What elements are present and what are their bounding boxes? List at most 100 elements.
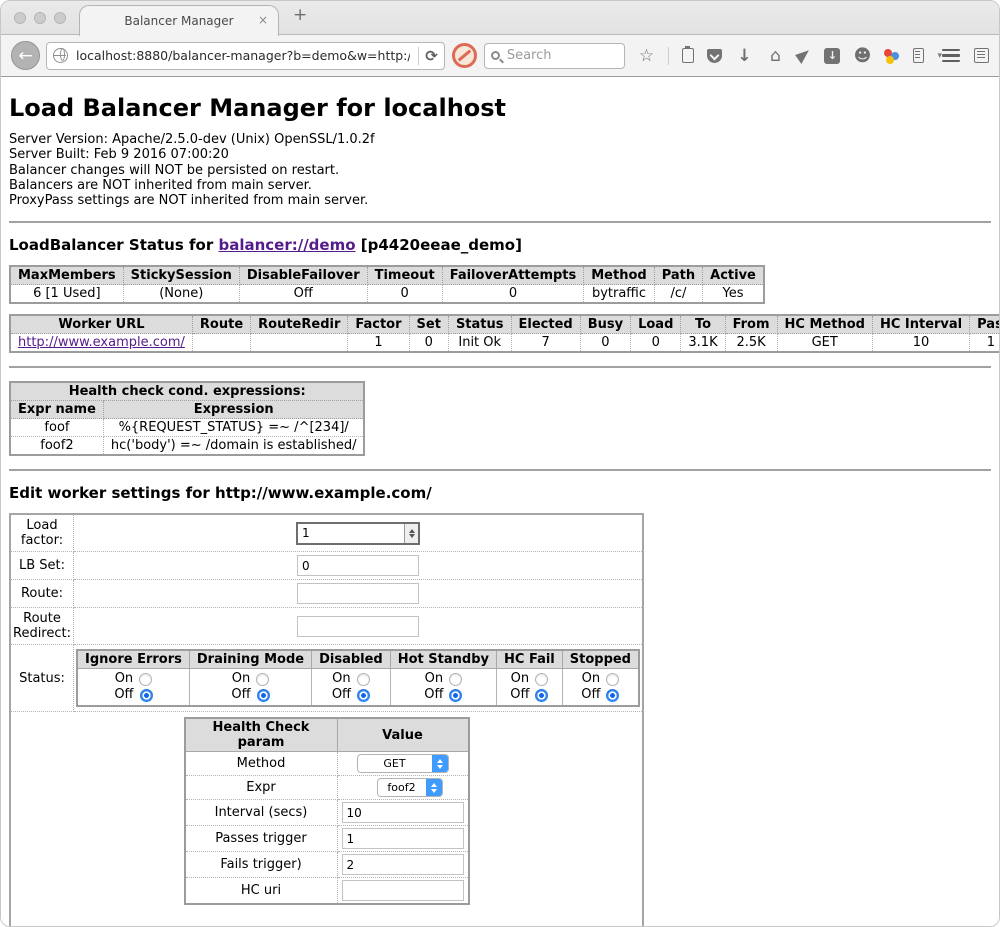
worker-url-link[interactable]: http://www.example.com/ bbox=[18, 335, 185, 350]
window-zoom-button[interactable] bbox=[54, 12, 66, 24]
method-select[interactable]: GET bbox=[357, 754, 449, 773]
cell-elected: 7 bbox=[511, 334, 580, 353]
reader-grid-icon[interactable] bbox=[974, 48, 989, 63]
hc-fail-on-radio[interactable] bbox=[535, 673, 548, 686]
on-label: On bbox=[232, 671, 250, 687]
column-header: Value bbox=[337, 718, 469, 752]
passes-trigger-label: Passes trigger bbox=[185, 826, 338, 852]
lb-set-label: LB Set: bbox=[10, 552, 74, 580]
hc-params-row: Health Check param Value Method GET Expr bbox=[10, 712, 643, 927]
pocket-icon[interactable] bbox=[707, 49, 722, 63]
url-input[interactable] bbox=[74, 47, 412, 64]
column-header: Health Check param bbox=[185, 718, 338, 752]
cell-expr-name: foof2 bbox=[10, 437, 103, 456]
back-button[interactable]: ← bbox=[11, 41, 40, 70]
ignore-errors-on-radio[interactable] bbox=[139, 673, 152, 686]
browser-window: Balancer Manager × + ← ⟳ ☆ ↓ ⌂ ↓ ☻ bbox=[0, 0, 1000, 927]
stopped-on-radio[interactable] bbox=[606, 673, 619, 686]
panel-list-icon[interactable] bbox=[913, 48, 924, 63]
cell-expression: hc('body') =~ /domain is established/ bbox=[103, 437, 364, 456]
interval-input[interactable] bbox=[342, 802, 464, 823]
form-row: Load factor: bbox=[10, 514, 643, 552]
new-tab-button[interactable]: + bbox=[293, 5, 307, 25]
load-factor-input[interactable] bbox=[298, 524, 404, 543]
expr-row: foof %{REQUEST_STATUS} =~ /^[234]/ bbox=[10, 419, 364, 437]
window-close-button[interactable] bbox=[14, 12, 26, 24]
balancer-summary-table: MaxMembers StickySession DisableFailover… bbox=[9, 265, 765, 304]
persist-note-line: Balancer changes will NOT be persisted o… bbox=[9, 163, 991, 178]
hc-uri-input[interactable] bbox=[342, 880, 464, 901]
on-label: On bbox=[511, 671, 529, 687]
cell-path: /c/ bbox=[654, 285, 702, 304]
bookmark-star-icon[interactable]: ☆ bbox=[637, 47, 655, 65]
disabled-on-radio[interactable] bbox=[357, 673, 370, 686]
health-check-param-table: Health Check param Value Method GET Expr bbox=[184, 717, 470, 905]
toolbar-divider bbox=[668, 47, 669, 65]
navigation-toolbar: ← ⟳ ☆ ↓ ⌂ ↓ ☻ ▾ bbox=[1, 35, 999, 77]
on-label: On bbox=[115, 671, 133, 687]
draining-mode-off-radio[interactable] bbox=[257, 689, 270, 702]
fails-trigger-input[interactable] bbox=[342, 854, 464, 875]
ignore-errors-off-radio[interactable] bbox=[140, 689, 153, 702]
status-row: Status: Ignore Errors Draining Mode Disa… bbox=[10, 645, 643, 712]
lb-set-input[interactable] bbox=[297, 555, 419, 576]
column-header: From bbox=[725, 315, 777, 334]
number-stepper[interactable] bbox=[404, 524, 418, 543]
off-label: Off bbox=[231, 687, 250, 703]
window-minimize-button[interactable] bbox=[34, 12, 46, 24]
route-redirect-input[interactable] bbox=[297, 616, 419, 637]
search-bar[interactable] bbox=[484, 43, 626, 69]
menu-hamburger-icon[interactable] bbox=[942, 49, 960, 63]
form-row: Route Redirect: bbox=[10, 608, 643, 645]
inherit-note-line: Balancers are NOT inherited from main se… bbox=[9, 178, 991, 193]
chat-smiley-icon[interactable]: ☻ bbox=[853, 47, 871, 65]
hot-standby-off-radio[interactable] bbox=[449, 689, 462, 702]
home-icon[interactable]: ⌂ bbox=[766, 47, 784, 65]
search-icon bbox=[491, 51, 500, 60]
column-header: HC Interval bbox=[872, 315, 969, 334]
off-label: Off bbox=[424, 687, 443, 703]
save-page-icon[interactable]: ↓ bbox=[824, 48, 840, 64]
stopped-off-radio[interactable] bbox=[606, 689, 619, 702]
send-tab-icon[interactable] bbox=[796, 47, 814, 64]
off-label: Off bbox=[510, 687, 529, 703]
column-header: Ignore Errors bbox=[77, 650, 189, 669]
cell-status: Init Ok bbox=[448, 334, 511, 353]
load-factor-field-wrap bbox=[296, 522, 420, 545]
column-header: MaxMembers bbox=[10, 266, 123, 285]
draining-mode-on-radio[interactable] bbox=[256, 673, 269, 686]
reload-icon[interactable]: ⟳ bbox=[425, 47, 438, 65]
edit-worker-heading: Edit worker settings for http://www.exam… bbox=[9, 484, 991, 502]
search-input[interactable] bbox=[505, 47, 604, 64]
adblocker-icon[interactable] bbox=[452, 43, 477, 68]
expr-select[interactable]: foof2 bbox=[377, 778, 443, 797]
hc-fail-off-radio[interactable] bbox=[535, 689, 548, 702]
toolbar-end-icons bbox=[942, 48, 989, 63]
column-header: Load bbox=[631, 315, 681, 334]
column-header: RouteRedir bbox=[251, 315, 348, 334]
hc-expressions-title: Health check cond. expressions: bbox=[10, 382, 364, 401]
select-stepper-icon bbox=[432, 754, 448, 773]
downloads-icon[interactable]: ↓ bbox=[735, 47, 753, 65]
cell-method: bytraffic bbox=[584, 285, 654, 304]
server-version-line: Server Version: Apache/2.5.0-dev (Unix) … bbox=[9, 132, 991, 147]
balancer-demo-link[interactable]: balancer://demo bbox=[218, 236, 355, 254]
passes-trigger-input[interactable] bbox=[342, 828, 464, 849]
disabled-off-radio[interactable] bbox=[357, 689, 370, 702]
hello-colors-icon[interactable] bbox=[884, 48, 900, 64]
route-label: Route: bbox=[10, 580, 74, 608]
reading-list-icon[interactable] bbox=[682, 48, 694, 63]
cell-maxmembers: 6 [1 Used] bbox=[10, 285, 123, 304]
url-bar[interactable]: ⟳ bbox=[46, 42, 445, 70]
hot-standby-on-radio[interactable] bbox=[449, 673, 462, 686]
site-identity-globe-icon[interactable] bbox=[53, 48, 68, 63]
cell-failoverattempts: 0 bbox=[442, 285, 584, 304]
column-header: Expr name bbox=[10, 401, 103, 419]
cell-stickysession: (None) bbox=[123, 285, 239, 304]
tab-balancer-manager[interactable]: Balancer Manager × bbox=[79, 5, 279, 36]
column-header: Set bbox=[409, 315, 448, 334]
route-input[interactable] bbox=[297, 583, 419, 604]
tab-close-icon[interactable]: × bbox=[258, 13, 268, 27]
expr-row: foof2 hc('body') =~ /domain is establish… bbox=[10, 437, 364, 456]
cell-set: 0 bbox=[409, 334, 448, 353]
